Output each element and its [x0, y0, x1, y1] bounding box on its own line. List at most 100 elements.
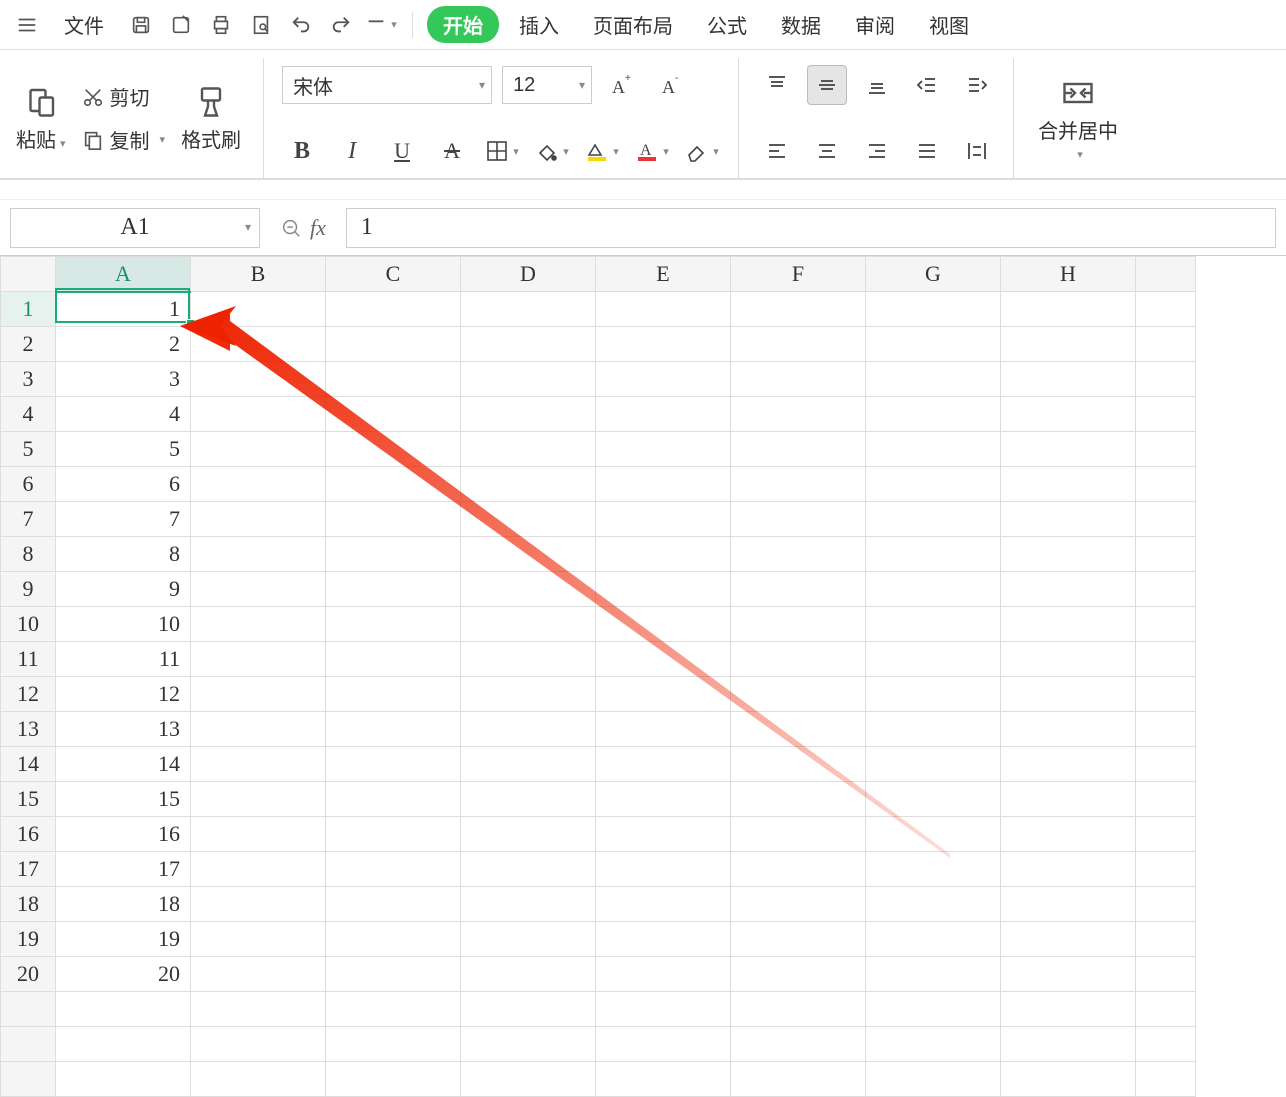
- cell[interactable]: [1136, 292, 1196, 327]
- cell[interactable]: [731, 887, 866, 922]
- row-header[interactable]: 1: [1, 292, 56, 327]
- cell[interactable]: [326, 362, 461, 397]
- cell[interactable]: [461, 1062, 596, 1097]
- align-top-icon[interactable]: [757, 65, 797, 105]
- cell[interactable]: [1136, 432, 1196, 467]
- cell[interactable]: [1001, 747, 1136, 782]
- cell[interactable]: [461, 502, 596, 537]
- cell[interactable]: [326, 817, 461, 852]
- align-bottom-icon[interactable]: [857, 65, 897, 105]
- cell[interactable]: [1001, 1027, 1136, 1062]
- cell[interactable]: [596, 677, 731, 712]
- cell[interactable]: [326, 572, 461, 607]
- cell[interactable]: [326, 1062, 461, 1097]
- row-header[interactable]: 6: [1, 467, 56, 502]
- cell[interactable]: [596, 957, 731, 992]
- cell[interactable]: [326, 537, 461, 572]
- cell[interactable]: [191, 397, 326, 432]
- cell[interactable]: [596, 747, 731, 782]
- increase-font-icon[interactable]: A+: [602, 65, 642, 105]
- cell[interactable]: [326, 642, 461, 677]
- cell[interactable]: [731, 502, 866, 537]
- highlight-icon[interactable]: [582, 131, 622, 171]
- col-header-B[interactable]: B: [191, 257, 326, 292]
- name-box[interactable]: A1 ▾: [10, 208, 260, 248]
- paste-button[interactable]: 粘贴: [10, 80, 72, 157]
- cell[interactable]: [461, 292, 596, 327]
- cell[interactable]: [1136, 817, 1196, 852]
- col-header-E[interactable]: E: [596, 257, 731, 292]
- cell[interactable]: [1136, 327, 1196, 362]
- cell[interactable]: [596, 922, 731, 957]
- cell[interactable]: [731, 467, 866, 502]
- col-header-G[interactable]: G: [866, 257, 1001, 292]
- cell[interactable]: [326, 852, 461, 887]
- increase-indent-icon[interactable]: [957, 65, 997, 105]
- cell[interactable]: [1001, 502, 1136, 537]
- cell[interactable]: [191, 362, 326, 397]
- row-header[interactable]: 20: [1, 957, 56, 992]
- format-painter-button[interactable]: 格式刷: [175, 80, 247, 157]
- cell[interactable]: [461, 327, 596, 362]
- cell[interactable]: [1001, 782, 1136, 817]
- cell[interactable]: [866, 817, 1001, 852]
- cell[interactable]: [731, 852, 866, 887]
- distribute-icon[interactable]: [957, 131, 997, 171]
- cell[interactable]: [1001, 817, 1136, 852]
- row-header[interactable]: 18: [1, 887, 56, 922]
- tab-insert[interactable]: 插入: [505, 4, 573, 45]
- cell[interactable]: [191, 642, 326, 677]
- eraser-icon[interactable]: [682, 131, 722, 171]
- cell[interactable]: [731, 1062, 866, 1097]
- cell[interactable]: [56, 1027, 191, 1062]
- cell[interactable]: [191, 747, 326, 782]
- cell[interactable]: [326, 502, 461, 537]
- cell[interactable]: [461, 817, 596, 852]
- col-header-H[interactable]: H: [1001, 257, 1136, 292]
- cell[interactable]: 19: [56, 922, 191, 957]
- cell[interactable]: [461, 747, 596, 782]
- cell[interactable]: [461, 362, 596, 397]
- tab-start[interactable]: 开始: [427, 6, 499, 43]
- cell[interactable]: [731, 817, 866, 852]
- align-right-icon[interactable]: [857, 131, 897, 171]
- cell[interactable]: [731, 537, 866, 572]
- cell[interactable]: [866, 572, 1001, 607]
- row-header[interactable]: 3: [1, 362, 56, 397]
- row-header[interactable]: 4: [1, 397, 56, 432]
- cell[interactable]: [326, 747, 461, 782]
- cell[interactable]: [731, 992, 866, 1027]
- cell[interactable]: [1136, 642, 1196, 677]
- cell[interactable]: [326, 292, 461, 327]
- cell[interactable]: [1136, 537, 1196, 572]
- cell[interactable]: [866, 747, 1001, 782]
- cell[interactable]: [191, 467, 326, 502]
- cell[interactable]: [866, 537, 1001, 572]
- cell[interactable]: [191, 572, 326, 607]
- cell[interactable]: 15: [56, 782, 191, 817]
- cell[interactable]: [866, 327, 1001, 362]
- cell[interactable]: [596, 852, 731, 887]
- cell[interactable]: [1136, 362, 1196, 397]
- cell[interactable]: [56, 1062, 191, 1097]
- undo-icon[interactable]: [284, 8, 318, 42]
- cell[interactable]: 20: [56, 957, 191, 992]
- cell[interactable]: [461, 782, 596, 817]
- cell[interactable]: [1136, 922, 1196, 957]
- cell[interactable]: [461, 432, 596, 467]
- cell[interactable]: [866, 852, 1001, 887]
- cell[interactable]: [191, 607, 326, 642]
- cell[interactable]: [866, 292, 1001, 327]
- cell[interactable]: 4: [56, 397, 191, 432]
- cell[interactable]: [461, 397, 596, 432]
- align-middle-icon[interactable]: [807, 65, 847, 105]
- cell[interactable]: [596, 502, 731, 537]
- redo-icon[interactable]: [324, 8, 358, 42]
- cell[interactable]: [326, 327, 461, 362]
- cell[interactable]: [596, 362, 731, 397]
- tab-view[interactable]: 视图: [915, 4, 983, 45]
- cell[interactable]: [326, 957, 461, 992]
- copy-button[interactable]: 复制: [82, 125, 166, 154]
- fill-handle[interactable]: [186, 319, 195, 328]
- cell[interactable]: 17: [56, 852, 191, 887]
